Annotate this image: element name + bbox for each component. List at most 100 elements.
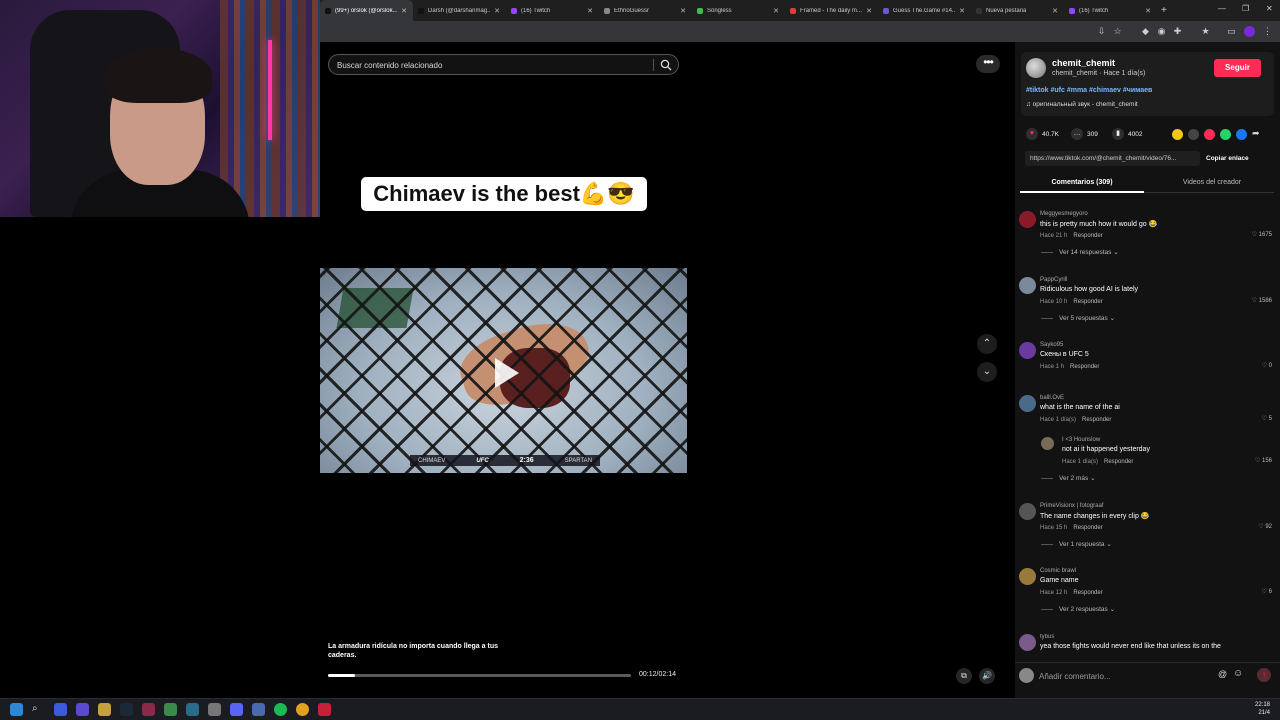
play-icon[interactable]	[495, 358, 519, 388]
browser-tab[interactable]: Nueva pestaña ✕	[971, 0, 1064, 21]
view-replies-button[interactable]: Ver 5 respuestas ⌄	[1041, 314, 1115, 322]
bookmark-star-icon[interactable]: ☆	[1112, 26, 1123, 37]
browser-tab[interactable]: EthnoGuessr ✕	[599, 0, 692, 21]
tab-close-icon[interactable]: ✕	[494, 7, 500, 15]
next-video-button[interactable]: ⌄	[977, 362, 997, 382]
app-icon[interactable]	[252, 703, 265, 716]
app-icon[interactable]	[142, 703, 155, 716]
view-replies-button[interactable]: Ver 2 respuestas ⌄	[1041, 605, 1115, 613]
coin-share-icon[interactable]	[1172, 129, 1183, 140]
video-link-field[interactable]: https://www.tiktok.com/@chemit_chemit/vi…	[1025, 151, 1200, 166]
browser-menu-icon[interactable]: ⋮	[1262, 26, 1273, 37]
tab-close-icon[interactable]: ✕	[1145, 7, 1151, 15]
comment-like-button[interactable]: ♡ 92	[1258, 523, 1272, 530]
browser-tab[interactable]: Guess The.Game #14... ✕	[878, 0, 971, 21]
pip-icon[interactable]: ⧉	[956, 668, 972, 684]
commenter-name[interactable]: balll.OvE	[1040, 395, 1064, 401]
comment-like-button[interactable]: ♡ 6	[1262, 588, 1272, 595]
browser-tab[interactable]: (99+) orslok (@orslok... ✕	[320, 0, 413, 21]
install-app-icon[interactable]: ⇩	[1096, 26, 1107, 37]
hashtags[interactable]: #tiktok #ufc #mma #chimaev #чимаев	[1026, 87, 1152, 94]
system-clock[interactable]: 22:18 21/4	[1255, 701, 1270, 717]
commenter-name[interactable]: PappCyrill	[1040, 277, 1067, 283]
video-progress-bar[interactable]	[328, 674, 631, 677]
commenter-avatar[interactable]	[1019, 634, 1036, 651]
task-view-icon[interactable]	[54, 703, 67, 716]
heart-icon[interactable]: ♥	[1026, 128, 1038, 140]
repost-icon[interactable]	[1204, 129, 1215, 140]
related-search-box[interactable]	[328, 54, 679, 75]
steam-icon[interactable]	[120, 703, 133, 716]
chrome-icon[interactable]	[296, 703, 309, 716]
tab-comments[interactable]: Comentarios (309)	[1020, 176, 1144, 193]
app-icon[interactable]	[76, 703, 89, 716]
reply-button[interactable]: Responder	[1073, 590, 1102, 596]
send-icon[interactable]: ↑	[1257, 668, 1271, 682]
commenter-avatar[interactable]	[1019, 211, 1036, 228]
reply-button[interactable]: Responder	[1073, 299, 1102, 305]
save-stat[interactable]: ▮ 4002	[1112, 128, 1142, 140]
tab-close-icon[interactable]: ✕	[587, 7, 593, 15]
comment-like-button[interactable]: ♡ 1675	[1252, 231, 1272, 238]
extension-icon[interactable]: ◆	[1140, 26, 1151, 37]
facebook-icon[interactable]	[1236, 129, 1247, 140]
volume-icon[interactable]: 🔊	[979, 668, 995, 684]
share-arrow-icon[interactable]: ➦	[1252, 128, 1260, 139]
tab-creator-videos[interactable]: Videos del creador	[1150, 176, 1274, 190]
reply-button[interactable]: Responder	[1073, 525, 1102, 531]
browser-tab[interactable]: (16) Twitch ✕	[1064, 0, 1157, 21]
reply-button[interactable]: Responder	[1082, 417, 1111, 423]
author-avatar[interactable]	[1026, 58, 1046, 78]
profile-avatar[interactable]	[1244, 26, 1255, 37]
replier-name[interactable]: I <3 Hounslow	[1062, 437, 1100, 443]
tab-close-icon[interactable]: ✕	[680, 7, 686, 15]
author-username[interactable]: chemit_chemit	[1052, 58, 1115, 68]
original-sound-link[interactable]: ♫ оригинальный звук - chemit_chemit	[1026, 101, 1138, 108]
tab-close-icon[interactable]: ✕	[959, 7, 965, 15]
sidebar-icon[interactable]: ▭	[1226, 26, 1237, 37]
reply-button[interactable]: Responder	[1073, 233, 1102, 239]
embed-icon[interactable]	[1188, 129, 1199, 140]
search-input[interactable]	[337, 58, 647, 72]
bookmarks-icon[interactable]: ★	[1200, 26, 1211, 37]
comment-like-button[interactable]: ♡ 1586	[1252, 297, 1272, 304]
view-replies-button[interactable]: Ver 14 respuestas ⌄	[1041, 248, 1119, 256]
bookmark-icon[interactable]: ▮	[1112, 128, 1124, 140]
tab-close-icon[interactable]: ✕	[1052, 7, 1058, 15]
app-icon[interactable]	[318, 703, 331, 716]
like-stat[interactable]: ♥ 40.7K	[1026, 128, 1059, 140]
commenter-name[interactable]: Meggyesmegyoro	[1040, 211, 1088, 217]
browser-tab[interactable]: Songless ✕	[692, 0, 785, 21]
app-icon[interactable]	[164, 703, 177, 716]
close-window-icon[interactable]: ✕	[1266, 4, 1273, 13]
search-icon[interactable]	[660, 59, 672, 71]
comment-like-button[interactable]: ♡ 0	[1262, 362, 1272, 369]
commenter-avatar[interactable]	[1019, 395, 1036, 412]
tab-close-icon[interactable]: ✕	[773, 7, 779, 15]
commenter-avatar[interactable]	[1019, 277, 1036, 294]
commenter-name[interactable]: Sayko95	[1040, 342, 1063, 348]
maximize-icon[interactable]: ❐	[1242, 4, 1249, 13]
commenter-name[interactable]: Cosmic brawl	[1040, 568, 1076, 574]
commenter-avatar[interactable]	[1019, 568, 1036, 585]
more-options-icon[interactable]: •••	[976, 55, 1000, 73]
new-tab-button[interactable]: +	[1161, 5, 1175, 16]
search-taskbar-icon[interactable]: ⌕	[32, 703, 45, 716]
minimize-icon[interactable]: —	[1218, 4, 1226, 13]
comment-icon[interactable]: …	[1071, 128, 1083, 140]
reply-like-button[interactable]: ♡ 156	[1255, 457, 1272, 464]
spotify-icon[interactable]	[274, 703, 287, 716]
follow-button[interactable]: Seguir	[1214, 59, 1261, 77]
emoji-icon[interactable]: ☺	[1233, 668, 1243, 679]
add-comment-input[interactable]	[1039, 669, 1209, 683]
reply-button[interactable]: Responder	[1104, 459, 1133, 465]
replier-avatar[interactable]	[1041, 437, 1054, 450]
view-more-replies-button[interactable]: Ver 2 más ⌄	[1041, 474, 1096, 482]
view-replies-button[interactable]: Ver 1 respuesta ⌄	[1041, 540, 1112, 548]
start-icon[interactable]	[10, 703, 23, 716]
commenter-name[interactable]: tybus	[1040, 634, 1054, 640]
tab-close-icon[interactable]: ✕	[866, 7, 872, 15]
copy-link-button[interactable]: Copiar enlace	[1206, 151, 1249, 166]
video-frame[interactable]: CHIMAEV UFC 2:36 SPARTAN	[320, 268, 687, 473]
app-icon[interactable]	[186, 703, 199, 716]
